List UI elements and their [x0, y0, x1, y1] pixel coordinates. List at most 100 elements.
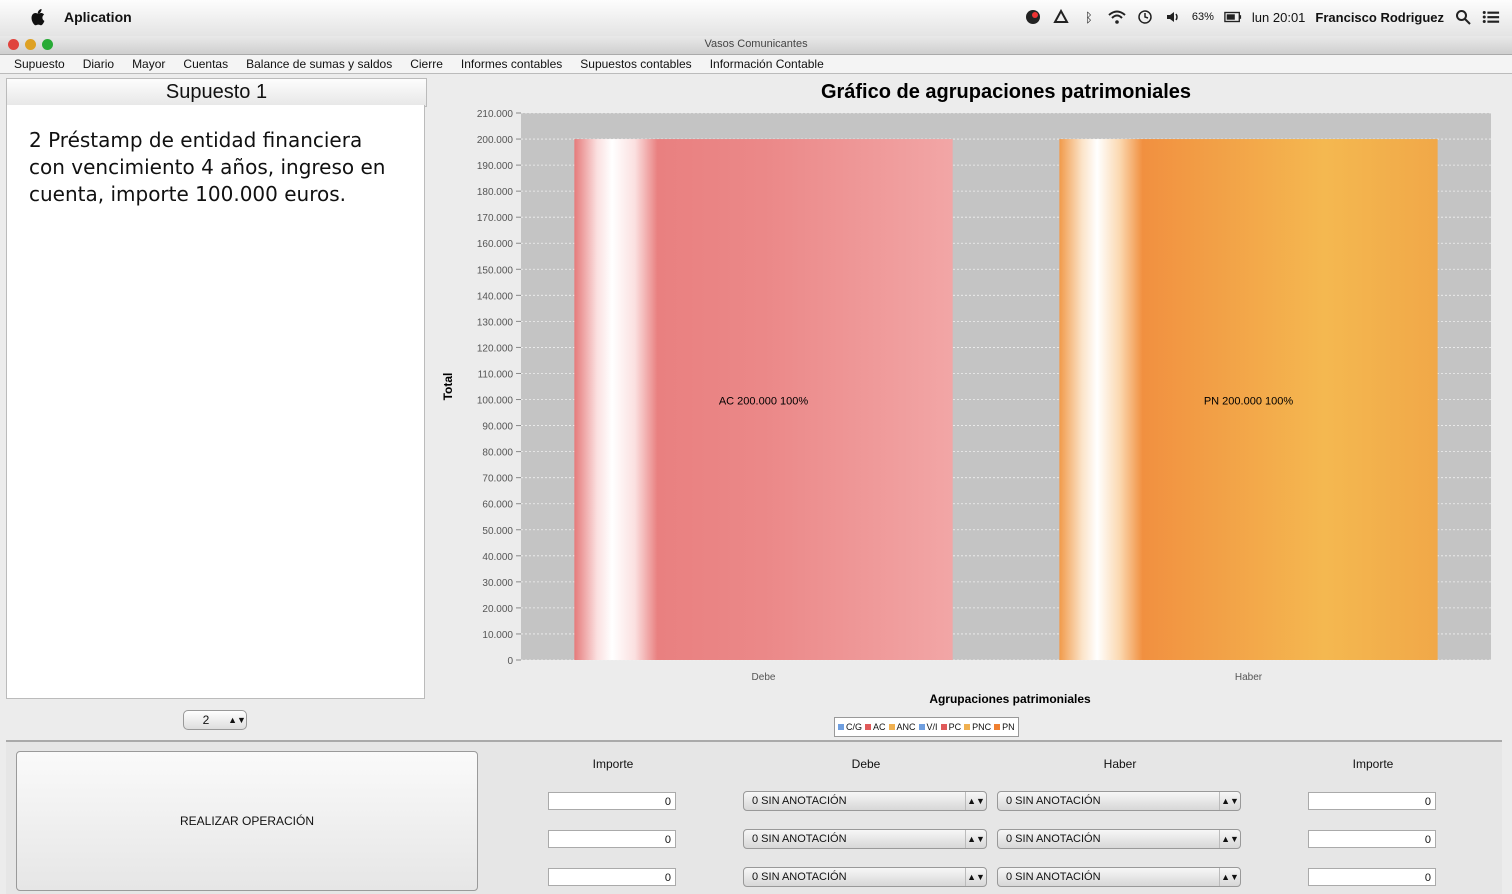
- drive-icon[interactable]: [1052, 8, 1070, 26]
- menu-cierre[interactable]: Cierre: [410, 57, 443, 71]
- haber-account-select[interactable]: 0 SIN ANOTACIÓN ▲▼: [997, 791, 1241, 811]
- time-machine-icon[interactable]: [1136, 8, 1154, 26]
- menu-supuesto[interactable]: Supuesto: [14, 57, 65, 71]
- bar-label: PN 200.000 100%: [1204, 396, 1294, 408]
- supuesto-number-select[interactable]: 2 ▲▼: [183, 710, 247, 730]
- header-importe-haber: Importe: [1352, 757, 1394, 771]
- legend-label: V/I: [926, 722, 938, 732]
- debe-account-value: 0 SIN ANOTACIÓN: [752, 795, 847, 807]
- y-tick-label: 190.000: [477, 161, 514, 172]
- volume-icon[interactable]: [1164, 8, 1182, 26]
- debe-account-select[interactable]: 0 SIN ANOTACIÓN ▲▼: [743, 829, 987, 849]
- importe-debe-field[interactable]: 0: [548, 830, 676, 848]
- menu-informacion-contable[interactable]: Información Contable: [710, 57, 824, 71]
- app-name-menu[interactable]: Aplication: [64, 9, 132, 25]
- battery-icon[interactable]: [1224, 8, 1242, 26]
- wifi-icon[interactable]: [1108, 8, 1126, 26]
- legend-item: C/G: [838, 722, 862, 732]
- debe-account-select[interactable]: 0 SIN ANOTACIÓN ▲▼: [743, 791, 987, 811]
- legend-swatch: [865, 724, 872, 730]
- haber-account-select[interactable]: 0 SIN ANOTACIÓN ▲▼: [997, 829, 1241, 849]
- select-arrows-icon: ▲▼: [1219, 868, 1240, 886]
- y-tick-label: 180.000: [477, 187, 514, 198]
- importe-haber-field[interactable]: 0: [1308, 792, 1436, 810]
- debe-account-value: 0 SIN ANOTACIÓN: [752, 871, 847, 883]
- haber-account-select[interactable]: 0 SIN ANOTACIÓN ▲▼: [997, 867, 1241, 887]
- y-tick-label: 0: [507, 656, 513, 667]
- x-tick-label: Haber: [1235, 672, 1263, 683]
- legend-label: PN: [1002, 722, 1015, 732]
- menu-cuentas[interactable]: Cuentas: [183, 57, 228, 71]
- y-tick-label: 130.000: [477, 317, 514, 328]
- operation-panel: REALIZAR OPERACIÓN Importe Debe Haber Im…: [6, 740, 1502, 894]
- legend-item: V/I: [918, 722, 938, 732]
- up-down-arrows-icon[interactable]: ▲▼: [228, 715, 246, 725]
- supuesto-title: Supuesto 1: [6, 78, 427, 107]
- haber-account-value: 0 SIN ANOTACIÓN: [1006, 795, 1101, 807]
- y-tick-label: 50.000: [482, 526, 513, 537]
- chart-legend: C/G AC ANC V/I PC PNC PN: [834, 717, 1019, 737]
- supuesto-number-value: 2: [202, 713, 210, 727]
- select-arrows-icon: ▲▼: [1219, 792, 1240, 810]
- y-tick-label: 10.000: [482, 630, 513, 641]
- menu-mayor[interactable]: Mayor: [132, 57, 165, 71]
- supuesto-description: 2 Préstamp de entidad financiera con ven…: [6, 105, 425, 699]
- y-tick-label: 110.000: [478, 369, 514, 380]
- y-axis-label: Total: [441, 373, 455, 401]
- user-name[interactable]: Francisco Rodriguez: [1315, 10, 1444, 25]
- legend-item: PN: [994, 722, 1015, 732]
- realizar-operacion-button[interactable]: REALIZAR OPERACIÓN: [16, 751, 478, 891]
- y-tick-label: 210.000: [477, 109, 514, 120]
- debe-account-select[interactable]: 0 SIN ANOTACIÓN ▲▼: [743, 867, 987, 887]
- y-tick-label: 120.000: [477, 343, 514, 354]
- menu-balance[interactable]: Balance de sumas y saldos: [246, 57, 392, 71]
- status-app-icon[interactable]: [1024, 8, 1042, 26]
- legend-swatch: [964, 724, 971, 730]
- menu-informes-contables[interactable]: Informes contables: [461, 57, 562, 71]
- importe-haber-field[interactable]: 0: [1308, 868, 1436, 886]
- header-debe: Debe: [851, 757, 881, 771]
- y-tick-label: 70.000: [482, 474, 513, 485]
- haber-account-value: 0 SIN ANOTACIÓN: [1006, 833, 1101, 845]
- importe-haber-field[interactable]: 0: [1308, 830, 1436, 848]
- legend-item: ANC: [888, 722, 916, 732]
- importe-debe-field[interactable]: 0: [548, 792, 676, 810]
- y-tick-label: 160.000: [477, 239, 514, 250]
- y-tick-label: 150.000: [477, 265, 514, 276]
- legend-item: PNC: [964, 722, 991, 732]
- window-titlebar: Vasos Comunicantes: [0, 36, 1512, 55]
- legend-label: PNC: [972, 722, 992, 732]
- y-tick-label: 90.000: [482, 422, 513, 433]
- menu-diario[interactable]: Diario: [83, 57, 114, 71]
- haber-account-value: 0 SIN ANOTACIÓN: [1006, 871, 1101, 883]
- supuesto-panel: Supuesto 1 2 Préstamp de entidad financi…: [6, 78, 427, 700]
- window-title: Vasos Comunicantes: [704, 38, 808, 50]
- chart-area: Gráfico de agrupaciones patrimoniales 0 10…: [430, 78, 1506, 738]
- y-tick-label: 140.000: [477, 291, 514, 302]
- chart-title: Gráfico de agrupaciones patrimoniales: [821, 81, 1191, 103]
- menu-supuestos-contables[interactable]: Supuestos contables: [580, 57, 691, 71]
- select-arrows-icon: ▲▼: [1219, 830, 1240, 848]
- spotlight-search-icon[interactable]: [1454, 8, 1472, 26]
- y-tick-label: 30.000: [482, 578, 513, 589]
- select-arrows-icon: ▲▼: [965, 868, 986, 886]
- status-area: ᛒ 63% lun 20:01 Francisco Rodriguez: [1024, 8, 1500, 26]
- y-tick-label: 170.000: [477, 213, 514, 224]
- x-tick-label: Debe: [752, 672, 776, 683]
- legend-swatch: [994, 724, 1001, 730]
- bluetooth-icon[interactable]: ᛒ: [1080, 8, 1098, 26]
- legend-label: C/G: [846, 722, 863, 732]
- y-tick-label: 20.000: [482, 604, 513, 615]
- notification-center-icon[interactable]: [1482, 8, 1500, 26]
- app-menubar: Supuesto Diario Mayor Cuentas Balance de…: [0, 55, 1512, 74]
- y-tick-label: 40.000: [482, 552, 513, 563]
- battery-percent[interactable]: 63%: [1192, 11, 1214, 23]
- clock[interactable]: lun 20:01: [1252, 10, 1306, 25]
- bar-chart: Gráfico de agrupaciones patrimoniales 0 10…: [441, 81, 1491, 706]
- y-tick-label: 100.000: [477, 396, 514, 407]
- y-tick-label: 60.000: [482, 500, 513, 511]
- importe-debe-field[interactable]: 0: [548, 868, 676, 886]
- apple-icon[interactable]: [30, 8, 45, 26]
- select-arrows-icon: ▲▼: [965, 830, 986, 848]
- legend-swatch: [940, 724, 947, 730]
